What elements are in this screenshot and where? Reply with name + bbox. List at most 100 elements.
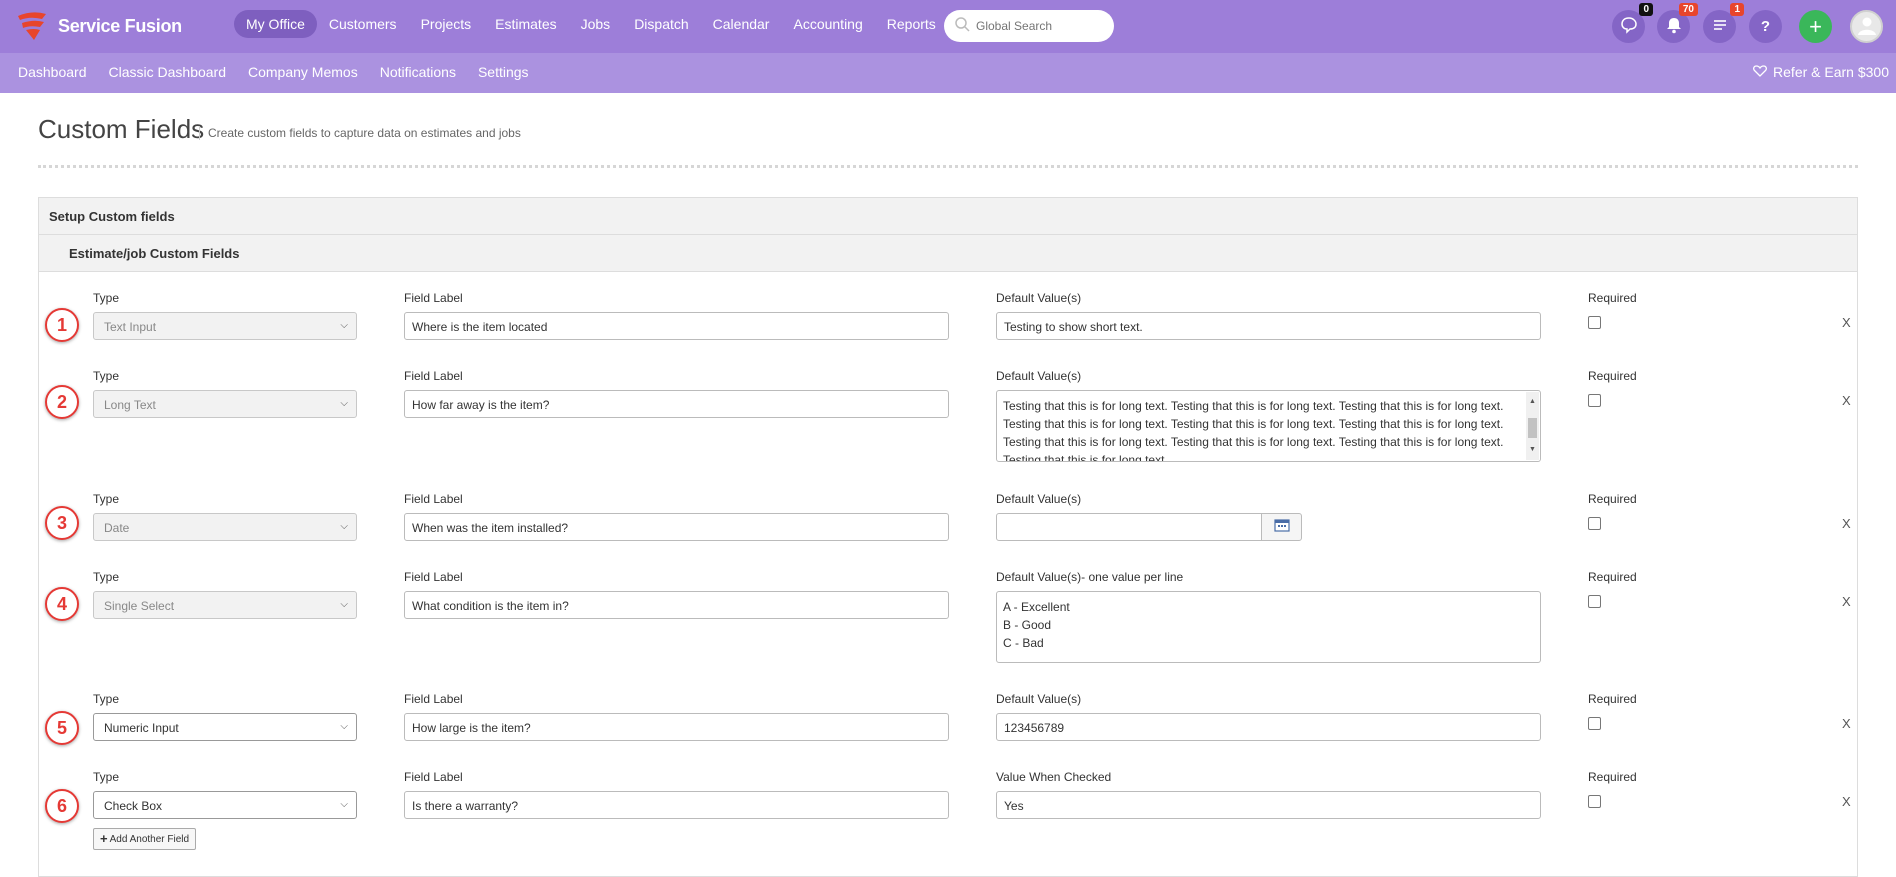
- add-field-label: Add Another Field: [109, 833, 190, 845]
- default-value-input[interactable]: Yes: [996, 791, 1541, 819]
- field-label-input[interactable]: When was the item installed?: [404, 513, 949, 541]
- default-value-label: Value When Checked: [996, 770, 1112, 784]
- required-checkbox[interactable]: [1588, 316, 1601, 329]
- default-value-label: Default Value(s): [996, 492, 1082, 506]
- required-checkbox[interactable]: [1588, 517, 1601, 530]
- option-line: C - Bad: [1003, 636, 1044, 650]
- scroll-down-icon[interactable]: ▼: [1529, 441, 1536, 459]
- type-value: Single Select: [104, 599, 175, 613]
- required-checkbox[interactable]: [1588, 717, 1601, 730]
- logo-icon: [14, 10, 52, 42]
- field-label-input[interactable]: Where is the item located: [404, 312, 949, 340]
- messages-button[interactable]: 0: [1612, 3, 1653, 43]
- type-value: Date: [104, 521, 130, 535]
- plus-icon: +: [100, 831, 108, 846]
- row-number-badge: 5: [45, 711, 79, 745]
- nav-accounting[interactable]: Accounting: [781, 10, 874, 38]
- required-label: Required: [1588, 692, 1637, 706]
- type-value: Long Text: [104, 398, 156, 412]
- tasks-button[interactable]: 1: [1703, 3, 1744, 43]
- calendar-button[interactable]: [1261, 513, 1302, 541]
- scrollbar-thumb[interactable]: [1528, 418, 1537, 438]
- refer-earn-link[interactable]: Refer & Earn $300: [1753, 64, 1889, 80]
- nav-projects[interactable]: Projects: [409, 10, 484, 38]
- create-button[interactable]: +: [1799, 10, 1832, 43]
- remove-field-button[interactable]: X: [1842, 794, 1851, 809]
- field-label-input[interactable]: What condition is the item in?: [404, 591, 949, 619]
- type-select[interactable]: Check Box ⌵: [93, 791, 357, 819]
- field-label-input[interactable]: Is there a warranty?: [404, 791, 949, 819]
- search-icon: [954, 16, 970, 37]
- row-number-badge: 4: [45, 587, 79, 621]
- type-label: Type: [93, 570, 120, 584]
- subnav-dashboard[interactable]: Dashboard: [18, 64, 87, 80]
- field-label-input[interactable]: How large is the item?: [404, 713, 949, 741]
- default-value-label: Default Value(s)- one value per line: [996, 570, 1184, 584]
- default-value-input[interactable]: Testing to show short text.: [996, 312, 1541, 340]
- default-values-textarea[interactable]: A - Excellent B - Good C - Bad: [996, 591, 1541, 663]
- date-input[interactable]: [996, 513, 1262, 541]
- top-navbar: Service Fusion My Office Customers Proje…: [0, 0, 1896, 53]
- global-search[interactable]: [944, 10, 1114, 42]
- add-another-field-button[interactable]: + Add Another Field: [93, 828, 197, 850]
- type-label: Type: [93, 692, 120, 706]
- calendar-icon: [1273, 518, 1290, 537]
- type-select[interactable]: Date ⌵: [93, 513, 357, 541]
- required-checkbox[interactable]: [1588, 595, 1601, 608]
- type-label: Type: [93, 369, 120, 383]
- type-select[interactable]: Numeric Input ⌵: [93, 713, 357, 741]
- notifications-badge: 70: [1678, 3, 1698, 16]
- app-logo[interactable]: Service Fusion: [14, 10, 182, 42]
- required-label: Required: [1588, 570, 1637, 584]
- nav-customers[interactable]: Customers: [317, 10, 409, 38]
- type-select[interactable]: Text Input ⌵: [93, 312, 357, 340]
- nav-dispatch[interactable]: Dispatch: [622, 10, 700, 38]
- subnav-classic-dashboard[interactable]: Classic Dashboard: [109, 64, 227, 80]
- nav-reports[interactable]: Reports: [875, 10, 948, 38]
- textarea-scrollbar[interactable]: ▲ ▼: [1526, 392, 1539, 460]
- type-select[interactable]: Long Text ⌵: [93, 390, 357, 418]
- required-label: Required: [1588, 369, 1637, 383]
- refer-label: Refer & Earn $300: [1773, 64, 1889, 80]
- field-label-heading: Field Label: [404, 770, 463, 784]
- notifications-button[interactable]: 70: [1657, 3, 1698, 43]
- remove-field-button[interactable]: X: [1842, 594, 1851, 609]
- nav-jobs[interactable]: Jobs: [569, 10, 623, 38]
- default-value-input[interactable]: 123456789: [996, 713, 1541, 741]
- help-button[interactable]: ?: [1749, 10, 1782, 43]
- field-label-input[interactable]: How far away is the item?: [404, 390, 949, 418]
- list-icon: [1712, 18, 1728, 36]
- type-value: Text Input: [104, 320, 157, 334]
- required-checkbox[interactable]: [1588, 795, 1601, 808]
- remove-field-button[interactable]: X: [1842, 393, 1851, 408]
- divider: [38, 165, 1858, 168]
- default-value-textarea[interactable]: Testing that this is for long text. Test…: [996, 390, 1541, 462]
- user-icon: [1856, 14, 1878, 40]
- user-avatar[interactable]: [1850, 10, 1883, 43]
- subnav-notifications[interactable]: Notifications: [380, 64, 456, 80]
- required-label: Required: [1588, 770, 1637, 784]
- nav-estimates[interactable]: Estimates: [483, 10, 568, 38]
- required-label: Required: [1588, 492, 1637, 506]
- remove-field-button[interactable]: X: [1842, 716, 1851, 731]
- textarea-line: Testing that this is for long text. Test…: [1003, 435, 1504, 449]
- subnav-settings[interactable]: Settings: [478, 64, 529, 80]
- chevron-down-icon: ⌵: [340, 599, 348, 610]
- page-subtitle: Create custom fields to capture data on …: [199, 126, 521, 140]
- type-select[interactable]: Single Select ⌵: [93, 591, 357, 619]
- subnav-company-memos[interactable]: Company Memos: [248, 64, 358, 80]
- bell-icon: [1666, 16, 1682, 38]
- search-input[interactable]: [976, 19, 1096, 33]
- remove-field-button[interactable]: X: [1842, 516, 1851, 531]
- nav-calendar[interactable]: Calendar: [701, 10, 782, 38]
- required-checkbox[interactable]: [1588, 394, 1601, 407]
- remove-field-button[interactable]: X: [1842, 315, 1851, 330]
- scroll-up-icon[interactable]: ▲: [1529, 393, 1536, 411]
- type-label: Type: [93, 770, 120, 784]
- type-label: Type: [93, 492, 120, 506]
- chevron-down-icon: ⌵: [340, 521, 348, 532]
- tasks-badge: 1: [1730, 3, 1744, 16]
- chat-icon: [1620, 16, 1638, 38]
- nav-my-office[interactable]: My Office: [234, 10, 317, 38]
- option-line: A - Excellent: [1003, 600, 1070, 614]
